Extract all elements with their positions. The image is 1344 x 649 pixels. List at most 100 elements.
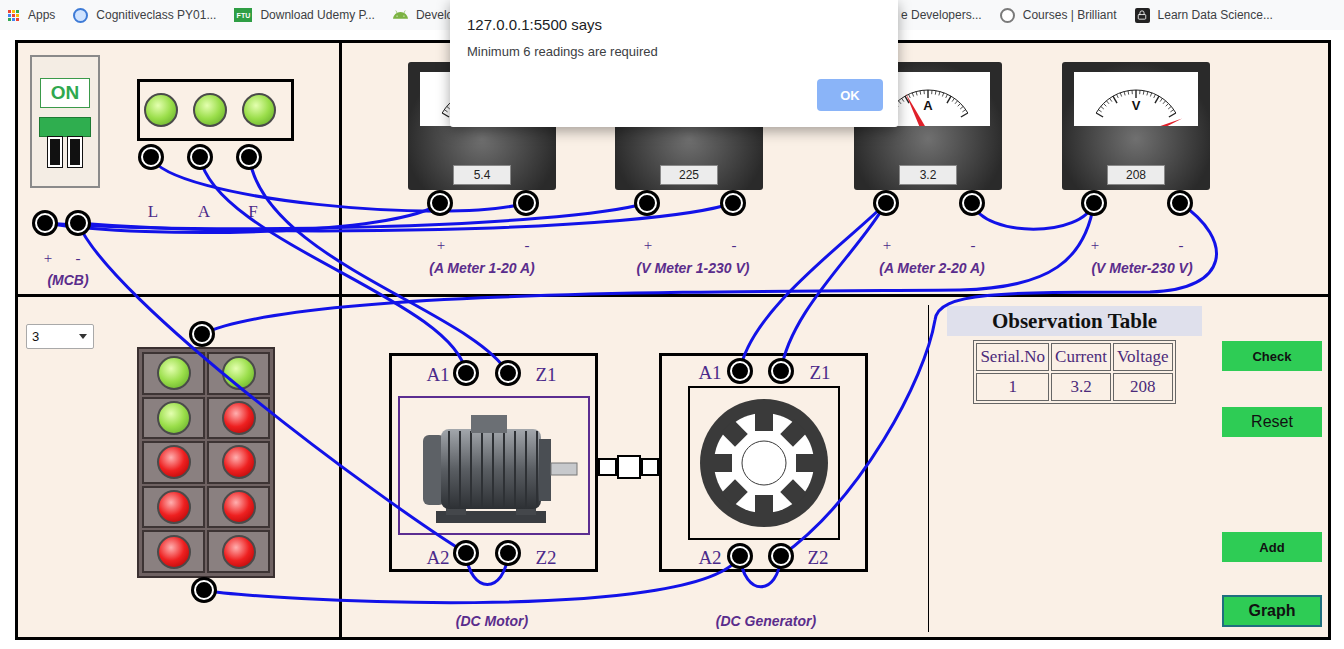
motor-terminal[interactable] [456,543,476,563]
terminal-label: + [437,237,445,254]
table-header: Serial.No [976,343,1049,371]
load-slot [207,352,270,395]
table-row: 13.2208 [976,373,1172,401]
wire[interactable] [78,223,466,553]
terminal-label: + [1091,237,1099,254]
dropdown-arrow-icon [79,334,87,339]
meter-reading: 3.2 [899,165,957,185]
action-button[interactable]: Add [1222,532,1322,562]
motor-terminal[interactable] [498,363,518,383]
meter-face: V [1074,72,1198,126]
terminal-label: L [148,203,158,222]
lamp-terminal[interactable] [239,147,259,167]
load-lamp [222,401,256,435]
indicator-lamps [137,79,294,141]
mcb-terminal[interactable] [68,213,88,233]
wire[interactable] [740,556,781,587]
terminal-label: A2 [698,548,721,569]
motor-picture [398,396,590,535]
table-cell: 3.2 [1051,373,1111,401]
wire[interactable] [972,203,1094,229]
action-button[interactable]: Reset [1222,407,1322,437]
meter-terminal[interactable] [637,193,657,213]
wire[interactable] [781,203,1216,556]
generator-terminal[interactable] [730,546,750,566]
table-header-row: Serial.NoCurrentVoltage [976,343,1172,371]
observation-section: Observation TableSerial.NoCurrentVoltage… [947,306,1202,404]
action-button[interactable]: Graph [1222,595,1322,627]
meter-terminal[interactable] [430,193,450,213]
bookmark[interactable]: e Developers... [901,8,982,22]
motor-terminal[interactable] [456,363,476,383]
terminal-label: - [525,237,530,254]
motor-caption: (DC Motor) [456,614,528,629]
load-lamp [222,445,256,479]
terminal-label: - [971,237,976,254]
meter-terminal[interactable] [962,193,982,213]
mcb-caption: (MCB) [47,273,88,288]
mcb-lever[interactable] [39,117,91,137]
meter-unit: A [923,98,933,113]
meter-reading: 208 [1107,165,1165,185]
meter-terminal[interactable] [876,193,896,213]
wire[interactable] [781,203,886,371]
generator-terminal[interactable] [771,546,791,566]
wire[interactable] [204,556,740,603]
meter-terminal[interactable] [516,193,536,213]
meter-reading: 5.4 [453,165,511,185]
bookmark[interactable]: Courses | Brilliant [1000,8,1117,23]
bookmark[interactable]: Learn Data Science... [1135,8,1273,23]
dc-generator [659,353,868,572]
dialog-actions: OK [467,79,883,111]
wire[interactable] [45,203,647,229]
bookmark[interactable]: Cognitiveclass PY01... [73,8,216,23]
wire[interactable] [45,203,440,233]
observation-table: Serial.NoCurrentVoltage13.2208 [973,340,1175,404]
meter-terminal[interactable] [1170,193,1190,213]
generator-caption: (DC Generator) [716,614,816,629]
generator-terminal[interactable] [730,361,750,381]
generator-terminal[interactable] [771,361,791,381]
button-column: Check Reset Add Graph [1222,306,1322,627]
ok-button[interactable]: OK [817,79,883,111]
bookmark[interactable]: Apps [8,8,55,22]
load-slot [142,530,205,573]
meter-unit: V [1132,98,1141,113]
motor-terminal[interactable] [498,543,518,563]
terminal-label: Z2 [535,548,556,569]
load-slot [142,441,205,484]
action-button[interactable]: Check [1222,341,1322,371]
meter-caption: (A Meter 2-20 A) [879,261,985,276]
alert-dialog: 127.0.0.1:5500 saysMinimum 6 readings ar… [450,0,898,127]
terminal-label: A1 [426,365,449,386]
load-lamp [157,445,191,479]
load-slot [207,441,270,484]
terminal-label: + [644,237,652,254]
load-lamp [222,490,256,524]
load-terminal[interactable] [192,324,212,344]
meter-needle [906,93,932,126]
bookmark[interactable]: FTUDownload Udemy P... [234,8,375,22]
mcb-terminal[interactable] [35,213,55,233]
load-lamp [157,356,191,390]
wire[interactable] [78,203,733,231]
meter-terminal[interactable] [723,193,743,213]
wire[interactable] [249,157,508,373]
wire[interactable] [200,157,466,373]
lock-icon [1135,8,1150,23]
load-lamp [222,535,256,569]
wire[interactable] [466,553,508,585]
lamp-terminal[interactable] [190,147,210,167]
terminal-label: A [198,203,210,222]
terminal-label: - [1179,237,1184,254]
meter-terminal[interactable] [1084,193,1104,213]
wire[interactable] [740,203,886,371]
load-terminal[interactable] [194,580,214,600]
lamp-terminal[interactable] [141,147,161,167]
terminal-label: Z2 [807,548,828,569]
wire[interactable] [151,157,526,211]
lamp-load [137,347,275,578]
load-select[interactable]: 3 [26,324,94,349]
load-slot [207,530,270,573]
wire[interactable] [202,203,1094,334]
